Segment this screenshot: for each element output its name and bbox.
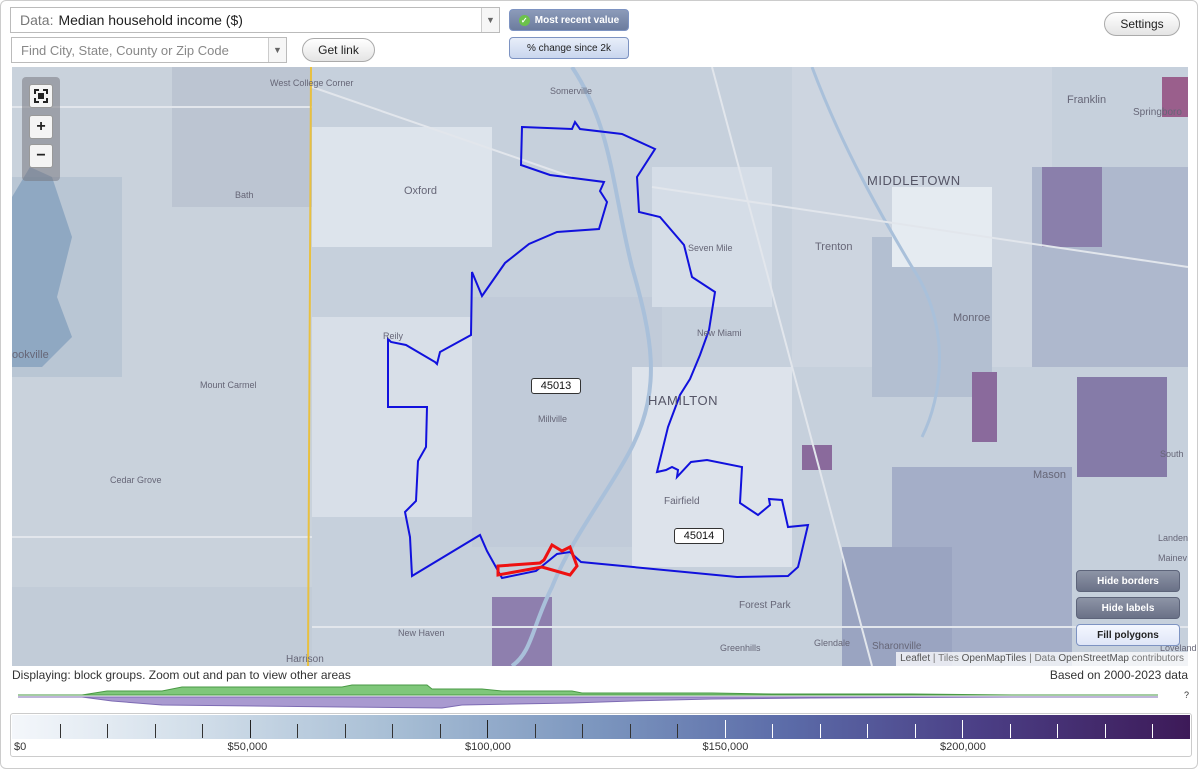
legend-value-label: $150,000 <box>702 741 749 753</box>
chevron-down-icon[interactable]: ▼ <box>268 38 286 62</box>
data-range-note: Based on 2000-2023 data <box>1049 668 1188 682</box>
data-select[interactable]: Data: Median household income ($) ▼ <box>10 7 500 33</box>
place-label: Seven Mile <box>688 243 733 253</box>
legend-minor-tick <box>59 724 61 738</box>
fill-polygons-button[interactable]: Fill polygons <box>1076 624 1180 646</box>
legend-minor-tick <box>1009 724 1011 738</box>
place-label: Springboro <box>1133 107 1182 118</box>
get-link-button[interactable]: Get link <box>302 38 375 62</box>
place-label: Cedar Grove <box>110 475 162 485</box>
place-label: Reily <box>383 331 404 341</box>
place-label: Millville <box>538 414 567 424</box>
legend-minor-tick <box>1104 724 1106 738</box>
legend-minor-tick <box>297 724 298 738</box>
attribution-sep: | Data <box>1026 653 1059 664</box>
place-label: West College Corner <box>270 78 354 88</box>
place-label: Oxford <box>404 185 438 197</box>
legend-major-tick <box>487 720 488 738</box>
zip-label-45013[interactable]: 45013 <box>531 378 581 394</box>
legend-value-label: $0 <box>14 741 27 753</box>
place-label: Greenhills <box>720 643 761 653</box>
settings-button[interactable]: Settings <box>1104 12 1180 36</box>
place-label: Mainev <box>1158 553 1188 563</box>
leaflet-link[interactable]: Leaflet <box>900 653 930 664</box>
legend-gradient <box>12 715 1190 739</box>
fullscreen-icon[interactable] <box>29 84 53 108</box>
data-select-label: Data: <box>20 12 54 28</box>
zip-label-45014[interactable]: 45014 <box>674 528 724 544</box>
hide-borders-button[interactable]: Hide borders <box>1076 570 1180 592</box>
place-label: New Haven <box>398 628 445 638</box>
place-label: MIDDLETOWN <box>867 173 961 188</box>
legend-minor-tick <box>107 724 108 738</box>
place-label: Monroe <box>953 312 991 324</box>
displaying-status: Displaying: block groups. Zoom out and p… <box>12 668 351 682</box>
legend-minor-tick <box>867 724 868 738</box>
chevron-down-icon[interactable]: ▼ <box>481 8 499 32</box>
legend-minor-tick <box>582 724 583 738</box>
legend-minor-tick <box>1152 724 1153 738</box>
place-label: Landen <box>1158 533 1189 543</box>
unknown-marker: ? <box>1184 690 1189 700</box>
location-search[interactable]: ▼ <box>11 37 287 63</box>
legend-major-tick <box>724 720 726 738</box>
place-label: Bath <box>235 190 254 200</box>
most-recent-label: Most recent value <box>534 14 620 26</box>
zoom-out-button[interactable]: − <box>29 144 53 168</box>
place-label: Franklin <box>1067 94 1107 106</box>
legend-minor-tick <box>1057 724 1058 738</box>
place-label: ookville <box>12 349 49 361</box>
legend-minor-tick <box>819 724 821 738</box>
legend-minor-tick <box>534 724 536 738</box>
map-svg <box>12 67 1188 666</box>
most-recent-toggle[interactable]: ✓ Most recent value <box>509 9 629 31</box>
place-label: Mount Carmel <box>200 380 257 390</box>
data-select-value: Median household income ($) <box>58 12 243 28</box>
place-label: South <box>1160 449 1184 459</box>
place-label: HAMILTON <box>648 393 718 408</box>
legend-value-label: $200,000 <box>940 741 986 753</box>
pct-change-toggle[interactable]: % change since 2k <box>509 37 629 59</box>
map-canvas[interactable] <box>12 67 1188 666</box>
legend-value-label: $50,000 <box>227 741 268 753</box>
search-input[interactable] <box>12 41 268 59</box>
place-label: Harrison <box>286 654 324 665</box>
openstreetmap-link[interactable]: OpenStreetMap <box>1058 653 1129 664</box>
place-label: Forest Park <box>739 600 791 611</box>
legend-minor-tick <box>629 724 631 738</box>
map-attribution: Leaflet | Tiles OpenMapTiles | Data Open… <box>896 652 1188 666</box>
place-label: Sharonville <box>872 641 922 652</box>
legend-minor-tick <box>772 724 773 738</box>
openmaptiles-link[interactable]: OpenMapTiles <box>962 653 1027 664</box>
attribution-sep: | Tiles <box>930 653 962 664</box>
legend-minor-tick <box>677 724 678 738</box>
hide-labels-button[interactable]: Hide labels <box>1076 597 1180 619</box>
legend-minor-tick <box>392 724 393 738</box>
distribution-histogram: ? <box>18 684 1189 709</box>
legend-minor-tick <box>154 724 156 738</box>
legend-major-tick <box>962 720 963 738</box>
legend-minor-tick <box>439 724 441 738</box>
place-label: Fairfield <box>664 496 700 507</box>
legend-value-label: $100,000 <box>465 741 511 753</box>
legend-minor-tick <box>202 724 203 738</box>
checkmark-icon: ✓ <box>518 14 530 26</box>
zoom-in-button[interactable]: + <box>29 115 53 139</box>
place-label: New Miami <box>697 328 742 338</box>
place-label: Somerville <box>550 86 593 96</box>
attribution-contrib: contributors <box>1128 653 1184 664</box>
place-label: Trenton <box>815 241 853 253</box>
legend-minor-tick <box>914 724 916 738</box>
legend-major-tick <box>249 720 251 738</box>
legend-minor-tick <box>344 724 346 738</box>
place-label: Glendale <box>814 638 851 648</box>
place-label: Mason <box>1033 469 1067 481</box>
